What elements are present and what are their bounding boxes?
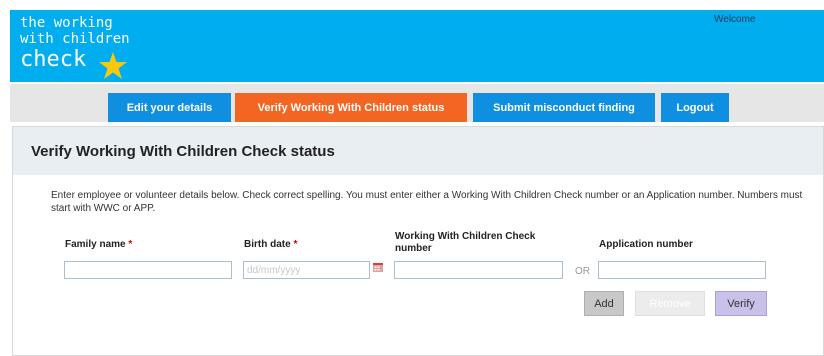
- family-name-label: Family name *: [65, 239, 132, 251]
- tab-edit-your-details[interactable]: Edit your details: [108, 93, 231, 122]
- application-number-field[interactable]: [598, 261, 766, 279]
- family-name-field[interactable]: [64, 261, 232, 279]
- family-name-label-text: Family name: [65, 239, 126, 250]
- site-header: the working with children check Welcome: [10, 10, 824, 82]
- birth-date-field[interactable]: [243, 261, 370, 279]
- verify-panel: Verify Working With Children Check statu…: [12, 126, 824, 356]
- application-number-label: Application number: [599, 239, 693, 250]
- birth-date-label-text: Birth date: [244, 239, 291, 250]
- calendar-icon[interactable]: [373, 263, 383, 272]
- birth-date-label: Birth date *: [244, 239, 297, 251]
- welcome-text: Welcome: [714, 14, 756, 25]
- wwc-number-field[interactable]: [394, 261, 563, 279]
- tab-logout[interactable]: Logout: [661, 93, 729, 122]
- tab-verify-wwc-status[interactable]: Verify Working With Children status: [235, 93, 467, 122]
- page-title: Verify Working With Children Check statu…: [31, 142, 335, 160]
- logo-text-line3: check: [20, 47, 87, 72]
- wwc-logo[interactable]: the working with children check: [20, 15, 130, 79]
- remove-button[interactable]: Remove: [635, 291, 705, 316]
- star-icon: [99, 52, 127, 79]
- wwc-number-label: Working With Children Check number: [395, 231, 536, 254]
- required-marker: *: [128, 239, 133, 250]
- required-marker: *: [293, 239, 298, 250]
- add-button[interactable]: Add: [584, 291, 624, 316]
- tab-submit-misconduct-finding[interactable]: Submit misconduct finding: [473, 93, 655, 122]
- logo-text-line2: with children: [20, 31, 130, 47]
- or-separator: OR: [575, 266, 590, 277]
- main-nav: Edit your details Verify Working With Ch…: [10, 84, 824, 122]
- instructions-text: Enter employee or volunteer details belo…: [51, 190, 803, 214]
- verify-button[interactable]: Verify: [715, 291, 767, 316]
- logo-text-line1: the working: [20, 15, 113, 31]
- panel-header: Verify Working With Children Check statu…: [13, 127, 823, 175]
